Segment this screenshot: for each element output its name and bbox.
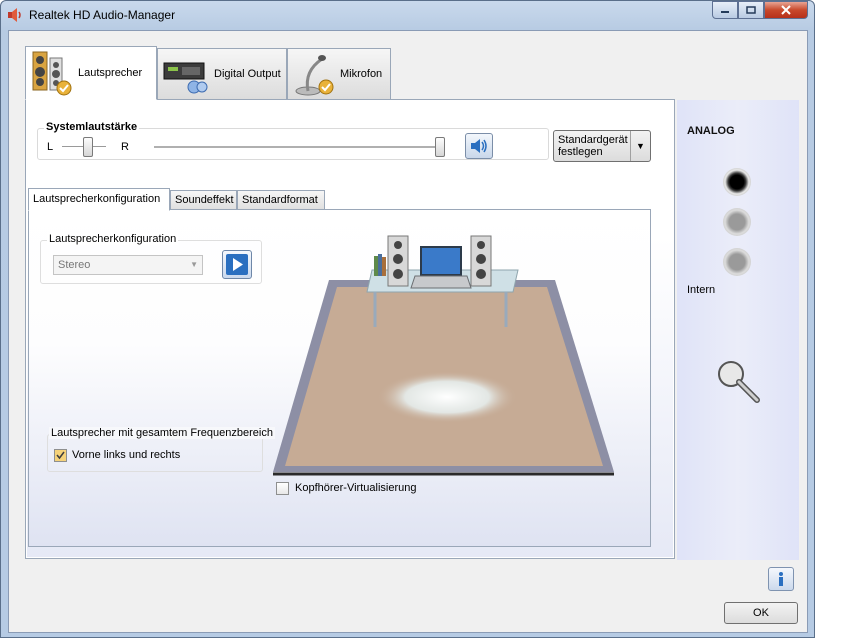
volume-speaker-icon — [471, 139, 487, 153]
headphone-virtualization-checkbox[interactable] — [276, 482, 289, 495]
set-default-device-button[interactable]: Standardgerät festlegen ▼ — [553, 130, 651, 162]
window-title: Realtek HD Audio-Manager — [29, 8, 176, 22]
full-range-group: Lautsprecher mit gesamtem Frequenzbereic… — [47, 427, 275, 472]
digital-output-icon — [163, 62, 208, 94]
tab-mikrofon-label: Mikrofon — [340, 68, 383, 80]
tab-standardformat[interactable]: Standardformat — [237, 190, 325, 210]
tab-soundeffekt[interactable]: Soundeffekt — [170, 190, 237, 210]
tab-lautsprecherkonfiguration[interactable]: Lautsprecherkonfiguration — [28, 188, 170, 211]
balance-slider-thumb[interactable] — [83, 137, 93, 157]
tab-lautsprecher-label: Lautsprecher — [78, 67, 143, 79]
analog-jack-inactive-1[interactable] — [723, 208, 751, 236]
tab-soundeffekt-label: Soundeffekt — [175, 194, 234, 206]
checkmark-icon — [55, 450, 66, 461]
speaker-config-value: Stereo — [58, 259, 91, 271]
tab-lautsprecher[interactable]: Lautsprecher — [25, 46, 157, 100]
system-volume-title: Systemlautstärke — [44, 121, 140, 133]
speaker-config-select[interactable]: Stereo ▼ — [53, 255, 203, 275]
play-test-button[interactable] — [222, 250, 252, 279]
app-window: Realtek HD Audio-Manager Lautsprecher Di… — [0, 0, 815, 638]
ok-button[interactable]: OK — [724, 602, 798, 624]
volume-slider-track[interactable] — [154, 146, 444, 149]
front-left-right-label: Vorne links und rechts — [72, 449, 181, 461]
microphone-icon — [295, 55, 334, 96]
maximize-button[interactable] — [738, 1, 764, 19]
tab-standardformat-label: Standardformat — [242, 194, 318, 206]
analog-title: ANALOG — [687, 125, 735, 137]
volume-slider-thumb[interactable] — [435, 137, 445, 157]
info-button[interactable] — [768, 567, 794, 591]
balance-left-label: L — [47, 141, 54, 153]
speaker-config-group: Lautsprecherkonfiguration Stereo ▼ — [40, 233, 262, 284]
play-icon — [226, 254, 248, 275]
set-default-device-line1: Standardgerät — [558, 134, 628, 146]
speaker-room-illustration — [273, 235, 614, 476]
speakers-icon — [32, 51, 72, 96]
set-default-device-line2: festlegen — [558, 146, 603, 158]
info-icon — [779, 572, 783, 586]
speaker-config-panel: Lautsprecherkonfiguration Stereo ▼ Lauts… — [28, 209, 651, 547]
intern-label: Intern — [687, 284, 716, 296]
headphone-virtualization-label: Kopfhörer-Virtualisierung — [295, 482, 417, 494]
minimize-button[interactable] — [712, 1, 738, 19]
close-button[interactable] — [764, 1, 808, 19]
analog-jack-active[interactable] — [723, 168, 751, 196]
balance-right-label: R — [121, 141, 129, 153]
system-volume-group: Systemlautstärke L R — [37, 121, 549, 160]
maximize-icon — [746, 6, 756, 14]
mute-button[interactable] — [465, 133, 493, 159]
speaker-config-title: Lautsprecherkonfiguration — [47, 233, 179, 245]
tab-digital-output[interactable]: Digital Output — [157, 48, 287, 100]
dropdown-arrow-icon: ▼ — [630, 131, 650, 161]
title-bar[interactable]: Realtek HD Audio-Manager — [1, 1, 814, 29]
close-icon — [781, 5, 791, 15]
full-range-title: Lautsprecher mit gesamtem Frequenzbereic… — [49, 427, 275, 439]
chevron-down-icon: ▼ — [190, 260, 198, 269]
tab-digital-output-label: Digital Output — [214, 68, 281, 80]
minimize-icon — [721, 11, 729, 13]
client-area: Lautsprecher Digital Output Mikrofon Sys… — [8, 30, 808, 633]
speaker-panel: Systemlautstärke L R Standardgerät festl… — [25, 99, 675, 559]
tab-mikrofon[interactable]: Mikrofon — [287, 48, 391, 100]
analog-jack-inactive-2[interactable] — [723, 248, 751, 276]
analog-jack-panel: ANALOG Intern — [677, 100, 799, 560]
tab-lautsprecherkonfiguration-label: Lautsprecherkonfiguration — [33, 193, 161, 205]
front-left-right-checkbox[interactable] — [54, 449, 67, 462]
speaker-app-icon — [8, 8, 21, 22]
internal-microphone-icon[interactable] — [715, 358, 765, 408]
